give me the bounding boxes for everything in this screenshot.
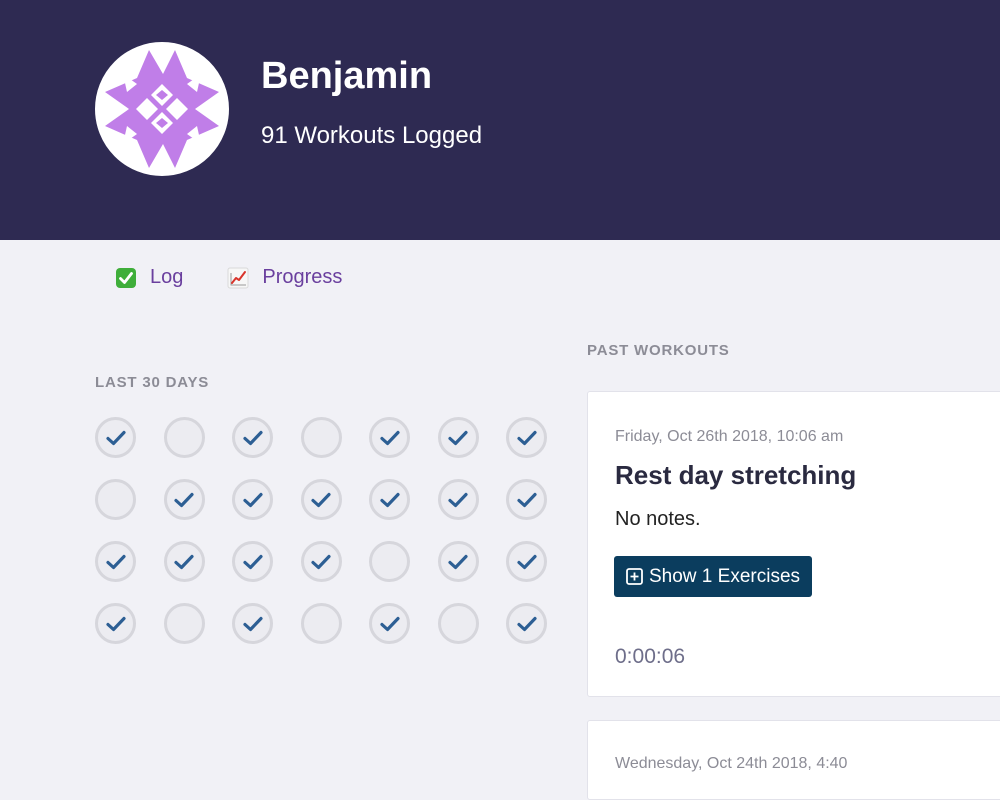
last-30-days-grid <box>95 417 547 644</box>
identicon-image <box>97 44 227 174</box>
check-icon <box>516 554 537 569</box>
workout-notes: No notes. <box>615 508 701 530</box>
day-completed <box>95 417 136 458</box>
check-icon <box>516 492 537 507</box>
day-completed <box>369 417 410 458</box>
past-workouts-heading: PAST WORKOUTS <box>587 342 730 359</box>
plus-square-icon <box>626 568 643 585</box>
nav-progress-label: Progress <box>262 266 343 288</box>
profile-header: Benjamin 91 Workouts Logged <box>0 0 1000 240</box>
check-icon <box>105 430 126 445</box>
day-completed <box>232 603 273 644</box>
day-completed <box>232 417 273 458</box>
day-missed <box>163 417 205 458</box>
day-completed <box>506 541 547 582</box>
workout-date: Wednesday, Oct 24th 2018, 4:40 <box>615 755 848 772</box>
check-icon <box>174 492 194 507</box>
avatar[interactable] <box>95 42 229 176</box>
nav-log-label: Log <box>150 266 184 288</box>
show-exercises-button[interactable]: Show 1 Exercises <box>614 556 813 597</box>
day-completed <box>437 417 479 458</box>
last-30-days-heading: LAST 30 DAYS <box>95 374 210 391</box>
day-completed <box>95 541 136 582</box>
day-completed <box>300 541 342 582</box>
check-icon <box>516 430 537 445</box>
day-completed <box>369 603 410 644</box>
check-icon <box>379 492 400 507</box>
check-icon <box>379 616 400 631</box>
chart-increasing-icon <box>227 267 249 289</box>
day-completed <box>300 479 342 520</box>
day-completed <box>369 479 410 520</box>
workout-date: Friday, Oct 26th 2018, 10:06 am <box>615 428 844 445</box>
day-completed <box>163 479 205 520</box>
check-icon <box>174 554 194 569</box>
check-icon <box>105 554 126 569</box>
check-icon <box>242 430 263 445</box>
day-completed <box>506 479 547 520</box>
check-icon <box>105 616 126 631</box>
check-mark-button-icon <box>115 267 137 289</box>
check-icon <box>448 554 468 569</box>
check-icon <box>311 554 331 569</box>
day-completed <box>437 541 479 582</box>
check-icon <box>311 492 331 507</box>
workout-duration: 0:00:06 <box>615 645 686 668</box>
user-name: Benjamin <box>261 55 433 97</box>
nav-log-link[interactable]: Log <box>115 266 183 289</box>
day-missed <box>95 479 136 520</box>
day-completed <box>437 479 479 520</box>
show-exercises-label: Show 1 Exercises <box>649 565 801 587</box>
day-completed <box>163 541 205 582</box>
check-icon <box>242 554 263 569</box>
nav-progress-link[interactable]: Progress <box>227 266 342 289</box>
workout-card: Wednesday, Oct 24th 2018, 4:40 <box>587 720 1000 800</box>
check-icon <box>242 492 263 507</box>
day-missed <box>300 603 342 644</box>
day-missed <box>300 417 342 458</box>
profile-nav: Log Progress <box>115 266 342 289</box>
day-missed <box>369 541 410 582</box>
check-icon <box>516 616 537 631</box>
check-icon <box>448 430 468 445</box>
day-missed <box>437 603 479 644</box>
day-completed <box>232 479 273 520</box>
check-icon <box>448 492 468 507</box>
day-completed <box>95 603 136 644</box>
workout-title: Rest day stretching <box>615 460 857 490</box>
day-missed <box>163 603 205 644</box>
workout-card: Friday, Oct 26th 2018, 10:06 am Rest day… <box>587 391 1000 697</box>
day-completed <box>232 541 273 582</box>
workouts-logged-count: 91 Workouts Logged <box>261 122 483 149</box>
check-icon <box>379 430 400 445</box>
day-completed <box>506 417 547 458</box>
check-icon <box>242 616 263 631</box>
day-completed <box>506 603 547 644</box>
